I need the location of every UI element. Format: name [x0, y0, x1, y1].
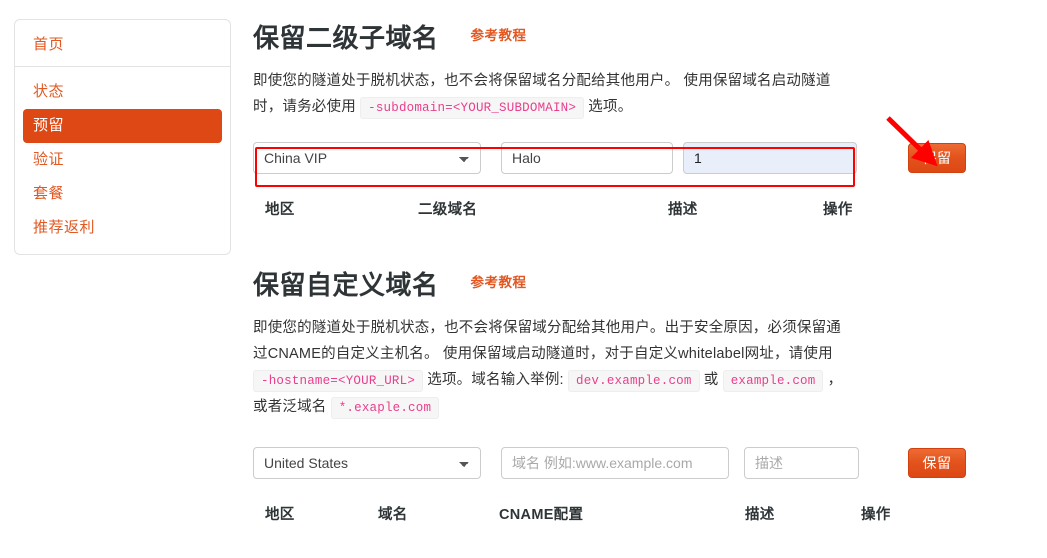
tutorial-link-custom-domain[interactable]: 参考教程	[471, 271, 527, 291]
custom-desc-text-3: 或	[699, 372, 723, 388]
subdomain-reserve-form: China VIP 保留	[253, 142, 1033, 174]
subdomain-region-select[interactable]: China VIP	[253, 142, 481, 174]
sidebar-item-referral[interactable]: 推荐返利	[23, 211, 222, 245]
subdomain-name-input[interactable]	[501, 142, 673, 174]
subdomain-flag-code: -subdomain=<YOUR_SUBDOMAIN>	[360, 97, 585, 119]
page-title-custom-domain: 保留自定义域名	[253, 270, 439, 300]
reserve-subdomain-button[interactable]: 保留	[908, 143, 966, 173]
wildcard-domain-code: *.exaple.com	[330, 397, 440, 419]
custom-col-description: 描述	[745, 507, 775, 523]
subdomain-col-description: 描述	[668, 202, 698, 218]
custom-region-select[interactable]: United States	[253, 447, 481, 479]
custom-domain-description: 即使您的隧道处于脱机状态，也不会将保留域分配给其他用户。出于安全原因，必须保留通…	[253, 315, 845, 421]
subdomain-col-action: 操作	[823, 202, 853, 218]
sidebar-item-home[interactable]: 首页	[33, 33, 64, 54]
subdomain-description-input[interactable]	[683, 142, 857, 174]
sidebar-item-reserved[interactable]: 预留	[23, 109, 222, 143]
hostname-flag-code: -hostname=<YOUR_URL>	[253, 370, 424, 392]
reserve-custom-domain-button[interactable]: 保留	[908, 448, 966, 478]
custom-section-header: 保留自定义域名 参考教程	[253, 269, 1033, 301]
custom-col-region: 地区	[265, 507, 295, 523]
custom-desc-text-2: 选项。域名输入举例:	[423, 372, 569, 388]
subdomain-col-subdomain: 二级域名	[418, 202, 478, 218]
sidebar-header: 首页	[15, 20, 230, 67]
subdomain-table-header: 地区 二级域名 描述 操作	[253, 198, 1033, 222]
subdomain-col-region: 地区	[265, 202, 295, 218]
sidebar-item-plans[interactable]: 套餐	[23, 177, 222, 211]
custom-col-cname: CNAME配置	[499, 507, 584, 523]
main-content: 保留二级子域名 参考教程 即使您的隧道处于脱机状态，也不会将保留域名分配给其他用…	[253, 0, 1033, 527]
section-reserve-subdomain: 保留二级子域名 参考教程 即使您的隧道处于脱机状态，也不会将保留域名分配给其他用…	[253, 0, 1033, 222]
subdomain-section-header: 保留二级子域名 参考教程	[253, 22, 1033, 54]
custom-desc-text-1: 即使您的隧道处于脱机状态，也不会将保留域分配给其他用户。出于安全原因，必须保留通…	[253, 320, 841, 362]
section-reserve-custom-domain: 保留自定义域名 参考教程 即使您的隧道处于脱机状态，也不会将保留域分配给其他用户…	[253, 222, 1033, 527]
sidebar-nav: 首页 状态 预留 验证 套餐 推荐返利	[14, 19, 231, 255]
custom-col-action: 操作	[861, 507, 891, 523]
custom-col-domain: 域名	[378, 507, 408, 523]
subdomain-desc-text-2: 选项。	[584, 99, 633, 115]
page-title-subdomain: 保留二级子域名	[253, 23, 439, 53]
tutorial-link-subdomain[interactable]: 参考教程	[471, 24, 527, 44]
custom-domain-table-header: 地区 域名 CNAME配置 描述 操作	[253, 503, 1033, 527]
custom-description-input[interactable]	[744, 447, 859, 479]
sidebar-item-list: 状态 预留 验证 套餐 推荐返利	[15, 67, 230, 254]
example-domain-code: example.com	[722, 370, 824, 392]
example-dev-domain-code: dev.example.com	[568, 370, 700, 392]
subdomain-description: 即使您的隧道处于脱机状态，也不会将保留域名分配给其他用户。 使用保留域名启动隧道…	[253, 68, 839, 121]
sidebar-item-status[interactable]: 状态	[23, 75, 222, 109]
custom-domain-reserve-form: United States 保留	[253, 447, 1033, 479]
sidebar-item-verify[interactable]: 验证	[23, 143, 222, 177]
custom-domain-input[interactable]	[501, 447, 729, 479]
